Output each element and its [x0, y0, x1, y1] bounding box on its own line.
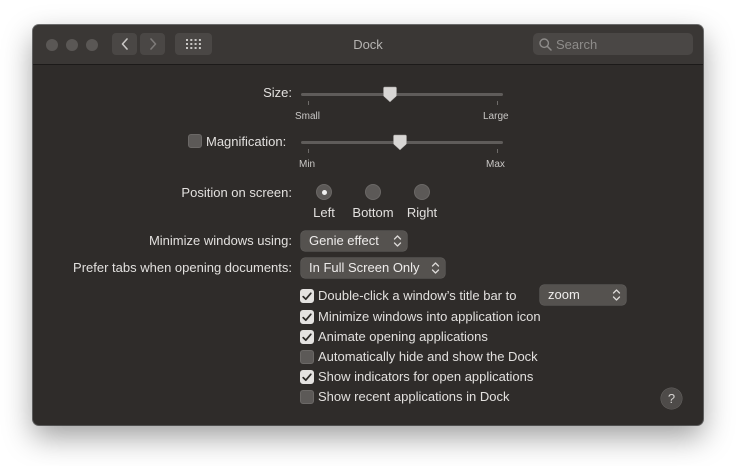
minimize-into-icon-label: Minimize windows into application icon [318, 309, 541, 324]
help-button[interactable]: ? [661, 388, 682, 409]
radio-selected-dot [321, 189, 327, 195]
minimize-effect-popup[interactable]: Genie effect [301, 231, 407, 251]
magnification-label: Magnification: [206, 134, 287, 149]
position-right-label: Right [406, 205, 438, 220]
minimize-effect-value: Genie effect [309, 233, 379, 248]
checkmark-icon [302, 332, 312, 341]
search-input[interactable] [556, 36, 684, 52]
size-slider-tick [497, 101, 498, 105]
position-left-radio[interactable] [316, 184, 332, 200]
size-min-label: Small [295, 111, 321, 122]
prefer-tabs-value: In Full Screen Only [309, 260, 420, 275]
show-recent-apps-checkbox[interactable] [300, 390, 314, 404]
double-click-action-popup[interactable]: zoom [540, 285, 626, 305]
show-indicators-checkbox[interactable] [300, 370, 314, 384]
double-click-label: Double-click a window’s title bar to [318, 288, 517, 303]
up-down-arrows-icon [612, 289, 621, 301]
checkmark-icon [302, 291, 312, 300]
position-right-radio[interactable] [414, 184, 430, 200]
show-recent-apps-label: Show recent applications in Dock [318, 389, 510, 404]
magnification-max-label: Max [486, 159, 505, 170]
animate-opening-label: Animate opening applications [318, 329, 488, 344]
magnification-min-label: Min [299, 159, 316, 170]
magnification-slider-tick [497, 149, 498, 153]
show-indicators-label: Show indicators for open applications [318, 369, 534, 384]
magnification-slider-thumb[interactable] [393, 134, 407, 151]
checkmark-icon [302, 312, 312, 321]
up-down-arrows-icon [431, 262, 440, 274]
search-icon [539, 37, 552, 51]
title-bar: Dock [33, 25, 703, 65]
up-down-arrows-icon [393, 235, 402, 247]
prefer-tabs-label: Prefer tabs when opening documents: [73, 260, 292, 275]
double-click-checkbox[interactable] [300, 289, 314, 303]
position-bottom-radio[interactable] [365, 184, 381, 200]
magnification-checkbox[interactable] [188, 134, 202, 148]
size-label: Size: [263, 85, 292, 100]
autohide-dock-checkbox[interactable] [300, 350, 314, 364]
position-label: Position on screen: [181, 185, 292, 200]
magnification-slider-tick [308, 149, 309, 153]
size-max-label: Large [483, 111, 509, 122]
dock-preferences-window: Dock Size: Small Large Magnification: Mi… [33, 25, 703, 425]
minimize-label: Minimize windows using: [148, 233, 292, 248]
size-slider-track[interactable] [301, 93, 503, 96]
animate-opening-checkbox[interactable] [300, 330, 314, 344]
minimize-into-icon-checkbox[interactable] [300, 310, 314, 324]
size-slider-thumb[interactable] [383, 86, 397, 103]
autohide-dock-label: Automatically hide and show the Dock [318, 349, 538, 364]
checkmark-icon [302, 372, 312, 381]
search-field[interactable] [533, 33, 693, 55]
size-slider-tick [308, 101, 309, 105]
double-click-action-value: zoom [548, 287, 580, 302]
prefer-tabs-popup[interactable]: In Full Screen Only [301, 258, 445, 278]
